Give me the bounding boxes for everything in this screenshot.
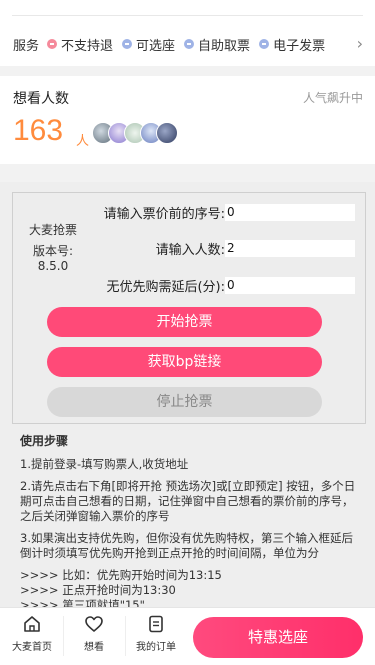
tab-orders[interactable]: 我的订单 [128,614,184,653]
chevron-right-icon[interactable]: › [357,34,363,53]
delay-minutes-label: 无优先购需延后(分): [106,280,225,295]
price-index-input[interactable]: 0 [225,204,355,221]
tab-orders-label: 我的订单 [136,642,176,653]
steps-heading: 使用步骤 [20,434,69,448]
get-bp-link-button[interactable]: 获取bp链接 [47,347,322,377]
price-index-label: 请输入票价前的序号: [103,207,225,222]
x-circle-icon [47,39,58,49]
divider [12,15,363,16]
example-line: >>>> 正点开抢时间为13:30 [20,583,176,597]
step-item: 1.提前登录-填写购票人,收货地址 [20,457,189,471]
start-grab-button[interactable]: 开始抢票 [47,307,322,337]
divider [63,616,64,656]
step-item: 2.请先点击右下角[即将开抢 预选场次]或[立即预定] 按钮，多个日期可点击自己… [20,479,356,523]
avatar-group[interactable] [92,122,178,144]
app-name: 大麦抢票 [28,223,77,237]
popularity-label: 人气飙升中 [302,91,363,105]
tab-home[interactable]: 大麦首页 [4,614,60,653]
order-icon [149,615,163,633]
version-label: 版本号: [32,244,74,258]
field-row-price-index: 请输入票价前的序号: 0 [104,203,355,222]
people-count-input[interactable]: 2 [225,240,355,257]
divider [125,616,126,656]
services-bar[interactable]: 服务 不支持退 可选座 自助取票 电子发票 › [0,22,375,66]
services-label: 服务 [13,38,40,54]
service-e-invoice: 电子发票 [259,35,325,54]
tab-want[interactable]: 想看 [66,614,122,653]
tab-want-label: 想看 [84,642,104,653]
field-row-delay: 无优先购需延后(分): 0 [106,276,355,295]
check-circle-icon [184,39,195,49]
heart-icon [85,616,103,632]
app-info: 大麦抢票 版本号: 8.5.0 [23,223,83,274]
check-circle-icon [122,39,133,49]
people-count-label: 请输入人数: [155,243,225,258]
usage-steps: 使用步骤 1.提前登录-填写购票人,收货地址 2.请先点击右下角[即将开抢 预选… [20,434,360,613]
version-number: 8.5.0 [37,259,69,273]
want-to-see-section: 想看人数 人气飙升中 163 人 [0,76,375,164]
special-seat-select-button[interactable]: 特惠选座 [193,617,363,658]
check-circle-icon [259,39,270,49]
example-line: >>>> 比如：优先购开始时间为13:15 [20,568,222,582]
delay-minutes-input[interactable]: 0 [225,277,355,294]
home-icon [24,616,40,632]
want-unit: 人 [76,134,90,149]
avatar [156,122,178,144]
field-row-people: 请输入人数: 2 [156,239,355,258]
service-self-pickup: 自助取票 [184,35,250,54]
want-title: 想看人数 [13,91,69,107]
step-item: 3.如果演出支持优先购，但你没有优先购特权，第三个输入框延后倒计时须填写优先购开… [20,531,353,560]
want-count: 163 [13,114,64,147]
stop-grab-button[interactable]: 停止抢票 [47,387,322,417]
ticket-tool-overlay: 大麦抢票 版本号: 8.5.0 请输入票价前的序号: 0 请输入人数: 2 无优… [0,182,375,612]
settings-panel: 大麦抢票 版本号: 8.5.0 请输入票价前的序号: 0 请输入人数: 2 无优… [12,192,366,424]
top-strip [0,0,375,22]
tab-home-label: 大麦首页 [12,642,52,653]
service-no-refund: 不支持退 [47,35,113,54]
service-seat-select: 可选座 [122,35,175,54]
bottom-tab-bar: 大麦首页 想看 我的订单 特惠选座 [0,607,375,665]
